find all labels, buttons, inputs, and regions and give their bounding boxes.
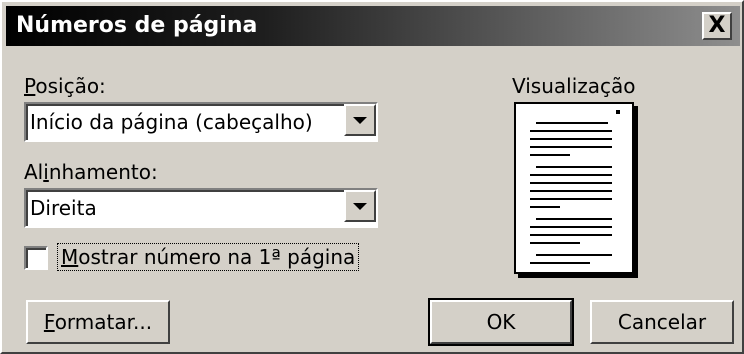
close-button[interactable]: X	[702, 12, 732, 40]
position-label: Posição:	[24, 74, 106, 98]
page-preview	[514, 102, 634, 274]
close-icon: X	[708, 13, 726, 38]
page-number-marker	[616, 110, 620, 114]
cancel-button[interactable]: Cancelar	[590, 300, 734, 344]
dialog-title: Números de página	[16, 13, 258, 38]
alignment-label: Alinhamento:	[24, 160, 158, 184]
title-bar: Números de página X	[6, 6, 740, 46]
show-number-first-page-checkbox[interactable]	[24, 246, 48, 270]
alignment-dropdown-button[interactable]	[344, 190, 376, 222]
position-select[interactable]: Início da página (cabeçalho)	[24, 102, 378, 142]
position-select-value: Início da página (cabeçalho)	[30, 110, 313, 134]
format-button[interactable]: Formatar...	[26, 300, 170, 344]
page-numbers-dialog: Números de página X Posição: Início da p…	[0, 0, 744, 354]
preview-label: Visualização	[512, 74, 636, 98]
ok-button[interactable]: OK	[428, 298, 574, 346]
alignment-select[interactable]: Direita	[24, 188, 378, 228]
alignment-select-value: Direita	[30, 196, 97, 220]
chevron-down-icon	[353, 202, 367, 210]
chevron-down-icon	[353, 116, 367, 124]
position-dropdown-button[interactable]	[344, 104, 376, 136]
show-number-first-page-label[interactable]: Mostrar número na 1ª página	[56, 243, 360, 271]
